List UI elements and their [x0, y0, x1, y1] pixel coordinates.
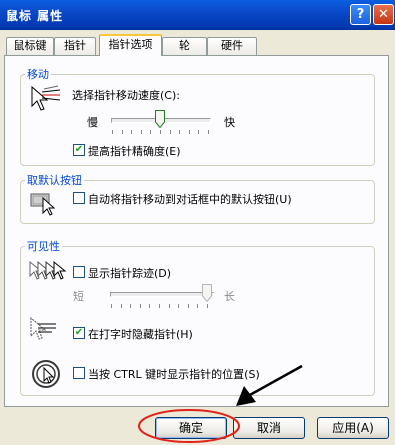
- slider-tick: [187, 304, 189, 308]
- tab-label: 指针: [64, 39, 86, 52]
- slider-tick: [178, 304, 180, 308]
- precision-label: 提高指针精确度(E): [88, 145, 181, 158]
- trail-length-slider-track[interactable]: [110, 292, 214, 297]
- annotation-red-ellipse: [138, 409, 240, 443]
- window-title: 鼠标 属性: [6, 9, 64, 23]
- tab-hardware[interactable]: 硬件: [207, 37, 257, 55]
- fast-label: 快: [224, 116, 235, 129]
- slider-tick: [179, 130, 181, 134]
- slider-tick: [168, 304, 170, 308]
- title-bar[interactable]: 鼠标 属性 ? ✕: [0, 0, 395, 30]
- short-label: 短: [73, 290, 84, 303]
- slider-tick: [131, 130, 133, 134]
- tab-label: 鼠标键: [13, 39, 47, 52]
- snap-to-label: 自动将指针移动到对话框中的默认按钮(U): [88, 193, 292, 206]
- tab-strip: 鼠标键 指针 指针选项 轮 硬件: [0, 34, 395, 56]
- pointer-speed-icon: [31, 85, 61, 111]
- slider-tick: [149, 304, 151, 308]
- tab-buttons[interactable]: 鼠标键: [6, 37, 54, 55]
- slider-tick: [121, 130, 123, 134]
- hide-pointer-icon: [30, 316, 56, 340]
- slider-tick: [120, 304, 122, 308]
- slider-tick: [130, 304, 132, 308]
- ctrl-location-checkbox[interactable]: [73, 367, 85, 379]
- tab-pointers[interactable]: 指针: [54, 37, 96, 55]
- mouse-properties-dialog: 鼠标 属性 ? ✕ 鼠标键 指针 指针选项 轮 硬件 移动 选择指针移动速度(C…: [0, 0, 395, 445]
- slider-tick: [159, 304, 160, 308]
- tab-pointer-options[interactable]: 指针选项: [99, 34, 162, 56]
- trails-checkbox[interactable]: [73, 266, 85, 278]
- visibility-legend: 可见性: [27, 240, 60, 253]
- apply-button[interactable]: 应用(A): [317, 417, 389, 439]
- slider-tick: [188, 130, 190, 134]
- precision-checkbox[interactable]: ✔: [73, 144, 85, 156]
- tab-label: 硬件: [221, 39, 243, 52]
- tab-label: 指针选项: [108, 38, 153, 51]
- snap-to-checkbox[interactable]: [73, 192, 85, 204]
- pointer-trails-icon: [29, 260, 66, 280]
- trail-length-slider-thumb[interactable]: [202, 284, 212, 302]
- slider-tick: [150, 130, 152, 134]
- long-label: 长: [224, 290, 235, 303]
- cancel-button[interactable]: 取消: [233, 417, 305, 439]
- slider-tick: [169, 130, 171, 134]
- question-mark-icon: ?: [356, 7, 365, 22]
- tab-label: 轮: [179, 39, 190, 52]
- slider-tick: [198, 130, 200, 134]
- cancel-label: 取消: [256, 421, 281, 435]
- trails-label: 显示指针踪迹(D): [88, 267, 172, 280]
- slider-tick: [197, 304, 199, 308]
- slider-tick: [208, 130, 209, 134]
- ctrl-location-icon: [32, 360, 60, 388]
- motion-legend: 移动: [27, 68, 49, 81]
- slider-tick: [139, 304, 141, 308]
- slider-tick: [111, 304, 112, 308]
- slider-tick: [160, 130, 161, 134]
- slider-tick: [140, 130, 142, 134]
- snap-button-icon: [30, 193, 56, 216]
- slider-tick: [207, 304, 208, 308]
- slider-tick: [112, 130, 113, 134]
- hide-while-typing-label: 在打字时隐藏指针(H): [88, 328, 193, 341]
- speed-slider-thumb[interactable]: [155, 110, 165, 128]
- tab-wheel[interactable]: 轮: [162, 37, 207, 55]
- slow-label: 慢: [87, 116, 98, 129]
- close-button[interactable]: ✕: [373, 4, 394, 25]
- close-icon: ✕: [378, 7, 389, 22]
- speed-label: 选择指针移动速度(C):: [72, 89, 180, 102]
- help-button[interactable]: ?: [350, 4, 371, 25]
- apply-label: 应用(A): [332, 421, 374, 435]
- hide-while-typing-checkbox[interactable]: ✔: [73, 327, 85, 339]
